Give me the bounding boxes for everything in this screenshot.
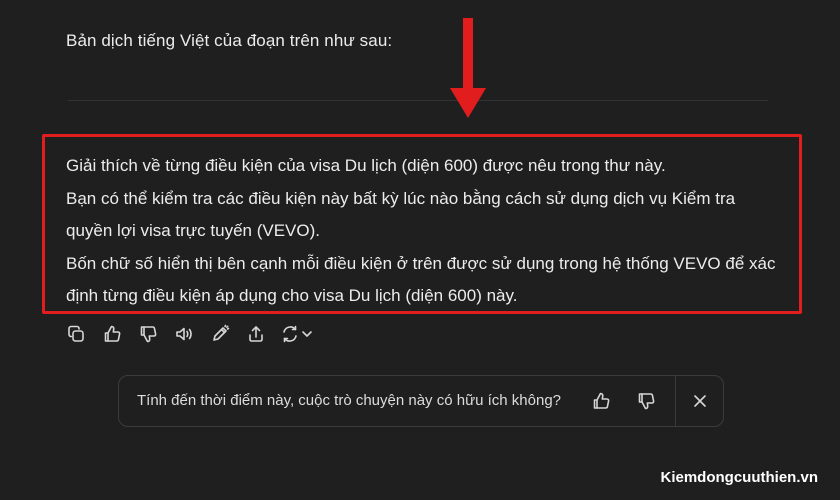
answer-line: Giải thích về từng điều kiện của visa Du… [66,156,666,175]
thumbs-up-icon [593,392,610,409]
message-actions [64,322,328,346]
red-arrow-annotation [450,18,486,118]
answer-line: Bạn có thể kiểm tra các điều kiện này bấ… [66,188,736,241]
read-aloud-icon [176,327,192,341]
feedback-close-button[interactable] [688,389,712,413]
feedback-divider [675,376,676,426]
thumbs-up-icon [104,325,121,342]
close-icon [694,395,706,407]
feedback-bar: Tính đến thời điểm này, cuộc trò chuyện … [118,375,724,427]
share-icon [249,326,263,342]
edit-icon [213,324,230,341]
answer-line: Bốn chữ số hiển thị bên cạnh mỗi điều ki… [66,253,776,306]
thumbs-down-icon [638,393,655,410]
edit-button[interactable] [208,322,232,346]
feedback-thumbs-down-button[interactable] [634,389,658,413]
thumbs-up-button[interactable] [100,322,124,346]
regenerate-icon [283,325,312,343]
feedback-question: Tính đến thời điểm này, cuộc trò chuyện … [137,392,562,409]
read-aloud-button[interactable] [172,322,196,346]
thumbs-down-icon [140,326,157,343]
intro-text: Bản dịch tiếng Việt của đoạn trên như sa… [66,31,393,50]
regenerate-button[interactable] [280,322,316,346]
chevron-down-icon [302,331,312,337]
divider [68,100,768,101]
copy-button[interactable] [64,322,88,346]
thumbs-down-button[interactable] [136,322,160,346]
watermark: Kiemdongcuuthien.vn [660,469,819,486]
share-button[interactable] [244,322,268,346]
feedback-thumbs-up-button[interactable] [589,389,613,413]
answer-text: Giải thích về từng điều kiện của visa Du… [66,150,786,313]
copy-icon [68,325,84,342]
